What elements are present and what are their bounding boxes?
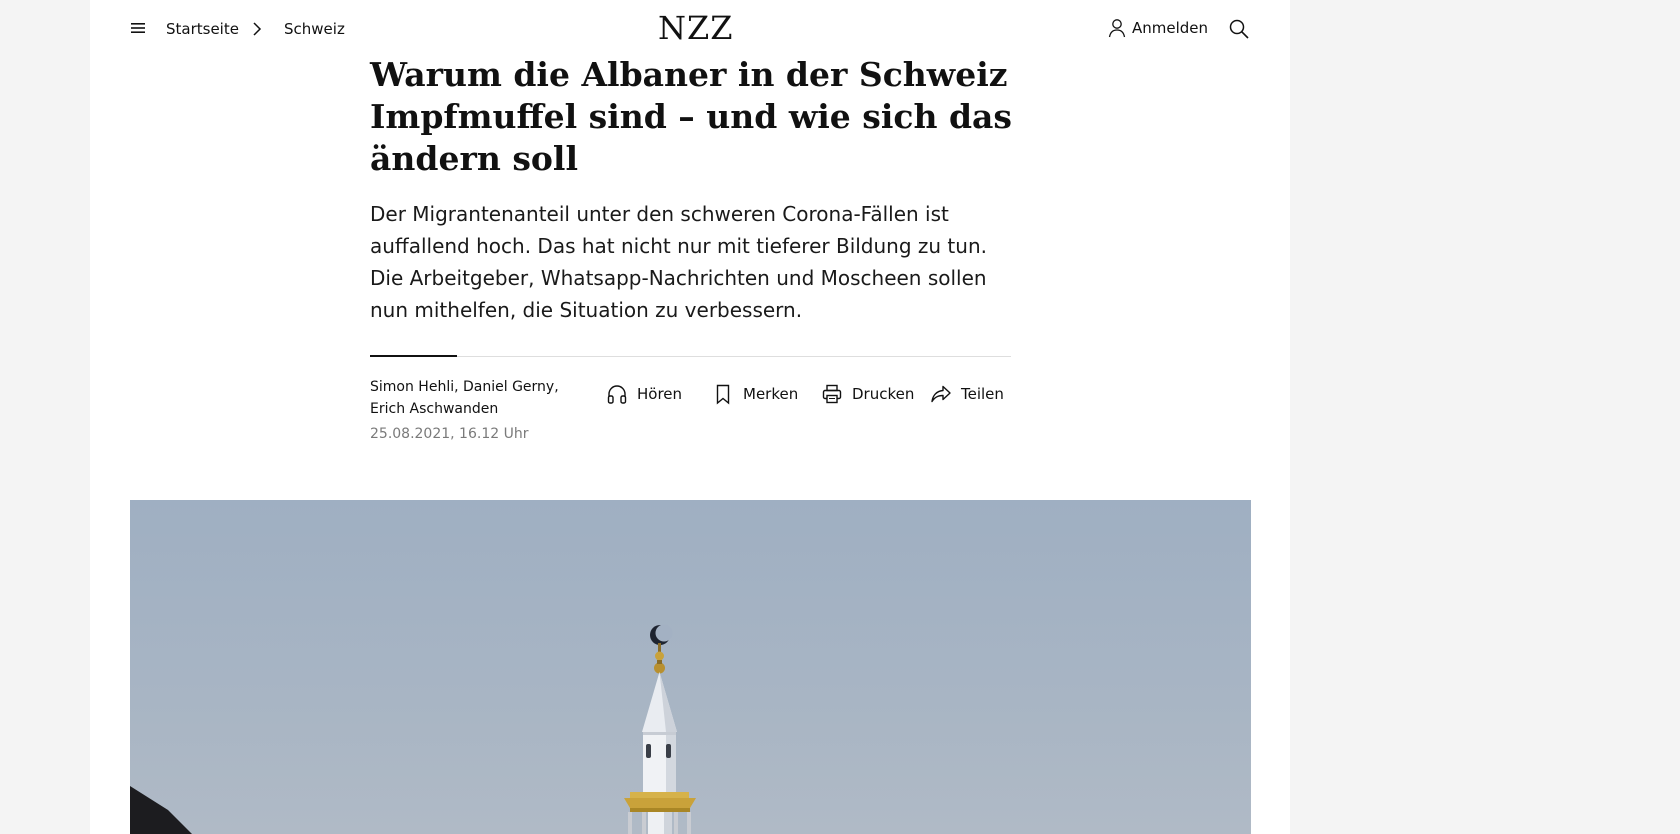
article-lead: Der Migrantenanteil unter den schweren C…: [370, 202, 987, 322]
share-button[interactable]: Teilen: [930, 382, 1004, 406]
login-label: Anmelden: [1132, 19, 1209, 37]
hamburger-menu-icon[interactable]: [130, 20, 146, 36]
search-icon[interactable]: [1228, 18, 1250, 40]
print-button[interactable]: Drucken: [821, 382, 914, 406]
printer-icon: [822, 384, 842, 404]
article-page: Startseite Schweiz NZZ Anmelden Warum di…: [90, 0, 1290, 834]
print-label: Drucken: [852, 385, 915, 403]
nzz-logo[interactable]: NZZ: [658, 8, 733, 48]
listen-label: Hören: [637, 385, 683, 403]
top-navigation-bar: Startseite Schweiz NZZ Anmelden: [90, 0, 1290, 58]
hero-image[interactable]: [130, 500, 1251, 834]
divider-accent: [370, 355, 457, 357]
article-date: 25.08.2021, 16.12 Uhr: [370, 426, 529, 442]
share-icon: [931, 385, 951, 403]
breadcrumb-current-link[interactable]: Schweiz: [284, 20, 345, 38]
breadcrumb-home-link[interactable]: Startseite: [166, 20, 239, 38]
divider: [370, 356, 1011, 357]
bookmark-label: Merken: [743, 385, 799, 403]
user-icon: [1108, 19, 1126, 38]
minaret-illustration: [130, 624, 696, 834]
share-label: Teilen: [961, 385, 1004, 403]
login-button[interactable]: Anmelden: [1108, 18, 1208, 38]
article-authors[interactable]: Simon Hehli, Daniel Gerny, Erich Aschwan…: [370, 376, 580, 420]
listen-button[interactable]: Hören: [606, 382, 682, 406]
headphones-icon: [607, 385, 627, 404]
article-headline: Warum die Albaner in der Schweiz Impfmuf…: [370, 55, 1013, 178]
chevron-right-icon: [253, 22, 262, 36]
bookmark-icon: [716, 384, 730, 405]
bookmark-button[interactable]: Merken: [712, 382, 798, 406]
